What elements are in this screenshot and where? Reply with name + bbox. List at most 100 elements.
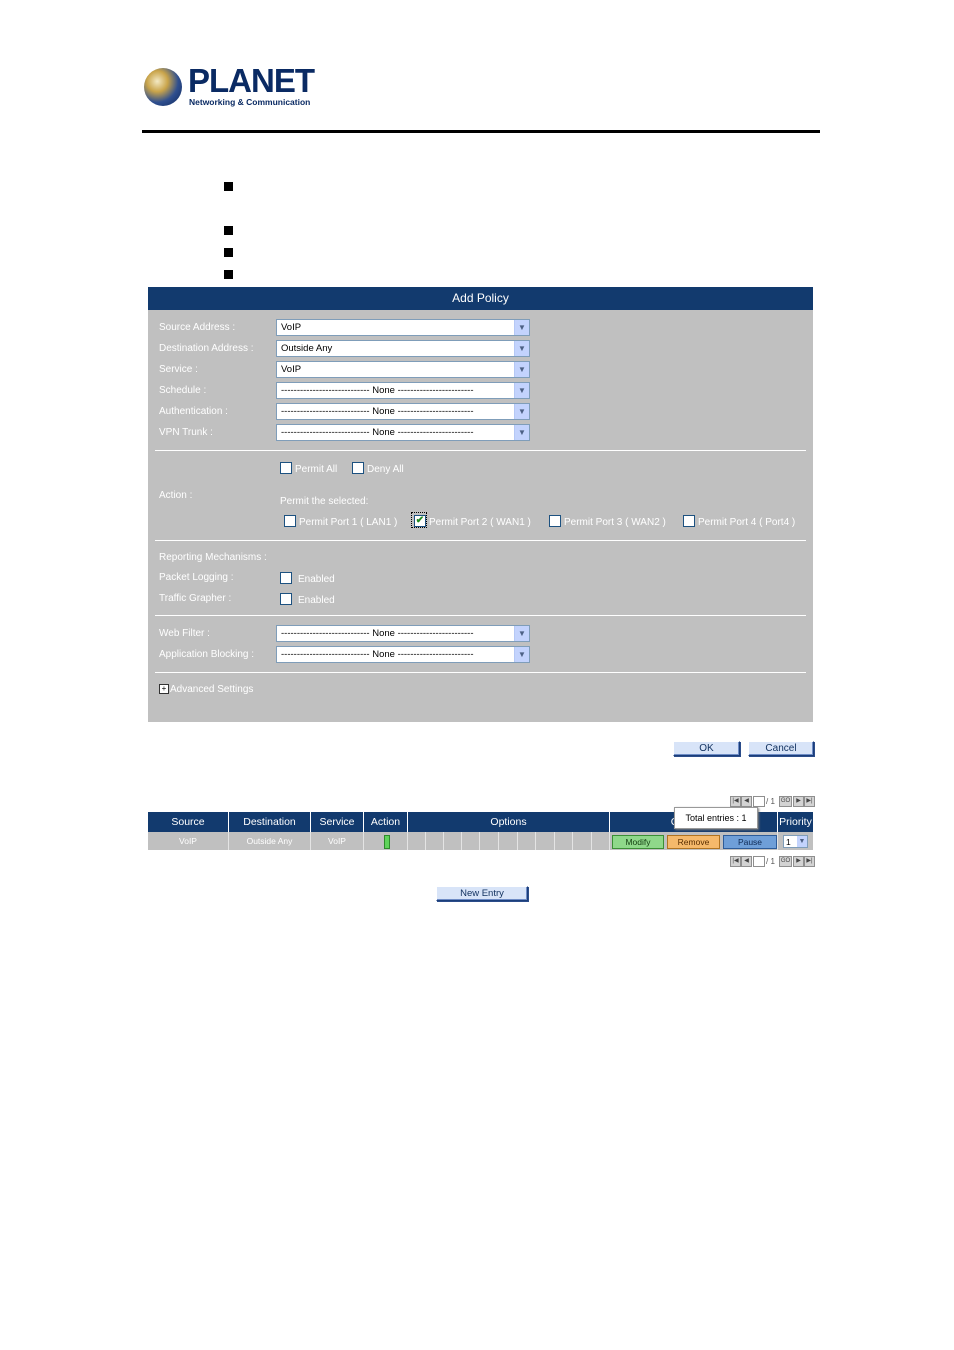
chevron-down-icon: ▼ [514,647,529,662]
header-divider [142,130,820,133]
option-cell [592,832,610,850]
traffic-grapher-checkbox[interactable] [280,593,292,605]
traffic-grapher-enabled-label: Enabled [298,595,335,606]
chevron-down-icon: ▼ [514,626,529,641]
row-service: VoIP [311,832,364,850]
web-filter-select[interactable]: ---------------------------- None ------… [276,625,530,642]
next-page-icon[interactable]: ▶ [793,796,804,807]
destination-address-label: Destination Address : [159,343,254,354]
destination-address-select[interactable]: Outside Any ▼ [276,340,530,357]
permit-port-1-label: Permit Port 1 ( LAN1 ) [299,517,398,528]
permit-port-2-label: Permit Port 2 ( WAN1 ) [429,517,531,528]
page-number-input[interactable] [753,796,765,807]
first-page-icon[interactable]: |◀ [730,856,741,867]
permit-all-label: Permit All [295,464,338,475]
planet-logo-globe [144,68,182,106]
permit-port-3-label: Permit Port 3 ( WAN2 ) [564,517,666,528]
row-action [364,832,408,850]
chevron-down-icon: ▼ [797,836,807,847]
permit-port-1-checkbox[interactable] [284,515,296,527]
authentication-label: Authentication : [159,406,228,417]
page-total: / 1 [766,797,775,806]
first-page-icon[interactable]: |◀ [730,796,741,807]
col-source: Source [148,812,229,832]
priority-select[interactable]: 1 ▼ [783,835,808,848]
modify-button[interactable]: Modify [612,835,664,849]
action-label: Action : [159,490,193,501]
authentication-select[interactable]: ---------------------------- None ------… [276,403,530,420]
deny-all-label: Deny All [367,464,404,475]
bullet-marker [224,182,233,191]
vpn-trunk-select[interactable]: ---------------------------- None ------… [276,424,530,441]
option-cell [518,832,536,850]
panel-title: Add Policy [148,287,813,310]
col-priority: Priority [779,816,812,828]
chevron-down-icon: ▼ [514,362,529,377]
permit-port-2-checkbox[interactable]: ✔ [414,515,426,527]
source-address-select[interactable]: VoIP ▼ [276,319,530,336]
chevron-down-icon: ▼ [514,425,529,440]
packet-logging-checkbox[interactable] [280,572,292,584]
total-entries-tooltip: Total entries : 1 [674,807,758,829]
permit-action-icon [384,835,390,849]
col-destination: Destination [229,812,311,832]
priority-value: 1 [786,837,791,847]
ok-button[interactable]: OK [673,741,740,756]
option-cell [444,832,462,850]
next-page-icon[interactable]: ▶ [793,856,804,867]
application-blocking-select[interactable]: ---------------------------- None ------… [276,646,530,663]
row-source: VoIP [148,832,229,850]
authentication-value: ---------------------------- None ------… [281,406,474,417]
vpn-trunk-label: VPN Trunk : [159,427,213,438]
source-address-label: Source Address : [159,322,236,333]
page-total: / 1 [766,857,775,866]
new-entry-button[interactable]: New Entry [436,886,528,901]
option-cell [573,832,592,850]
bullet-marker [224,270,233,279]
application-blocking-value: ---------------------------- None ------… [281,649,474,660]
traffic-grapher-label: Traffic Grapher : [159,593,232,604]
last-page-icon[interactable]: ▶| [804,856,815,867]
option-cell [499,832,518,850]
option-cell [408,832,426,850]
go-button[interactable]: GO [779,856,792,867]
expand-plus-icon[interactable]: + [159,684,169,694]
page-number-input[interactable] [753,856,765,867]
reporting-mechanisms-label: Reporting Mechanisms : [159,552,267,563]
advanced-settings-link[interactable]: Advanced Settings [170,684,253,695]
prev-page-icon[interactable]: ◀ [741,796,752,807]
last-page-icon[interactable]: ▶| [804,796,815,807]
chevron-down-icon: ▼ [514,404,529,419]
permit-all-checkbox[interactable] [280,462,292,474]
source-address-value: VoIP [281,322,302,333]
schedule-select[interactable]: ---------------------------- None ------… [276,382,530,399]
check-icon: ✔ [415,515,425,526]
option-cell [536,832,555,850]
remove-button[interactable]: Remove [667,835,720,849]
permit-port-3-checkbox[interactable] [549,515,561,527]
destination-address-value: Outside Any [281,343,333,354]
section-divider [155,540,806,541]
col-service: Service [311,812,364,832]
chevron-down-icon: ▼ [514,320,529,335]
col-options: Options [408,812,610,832]
permit-port-4-checkbox[interactable] [683,515,695,527]
go-button[interactable]: GO [779,796,792,807]
packet-logging-enabled-label: Enabled [298,574,335,585]
schedule-label: Schedule : [159,385,207,396]
service-value: VoIP [281,364,302,375]
packet-logging-label: Packet Logging : [159,572,234,583]
section-divider [155,672,806,673]
option-cell [480,832,499,850]
prev-page-icon[interactable]: ◀ [741,856,752,867]
vpn-trunk-value: ---------------------------- None ------… [281,427,474,438]
permit-port-4-label: Permit Port 4 ( Port4 ) [698,517,796,528]
section-divider [155,615,806,616]
cancel-button[interactable]: Cancel [748,741,814,756]
option-cell [555,832,573,850]
deny-all-checkbox[interactable] [352,462,364,474]
application-blocking-label: Application Blocking : [159,649,255,660]
section-divider [155,450,806,451]
pause-button[interactable]: Pause [723,835,777,849]
service-select[interactable]: VoIP ▼ [276,361,530,378]
